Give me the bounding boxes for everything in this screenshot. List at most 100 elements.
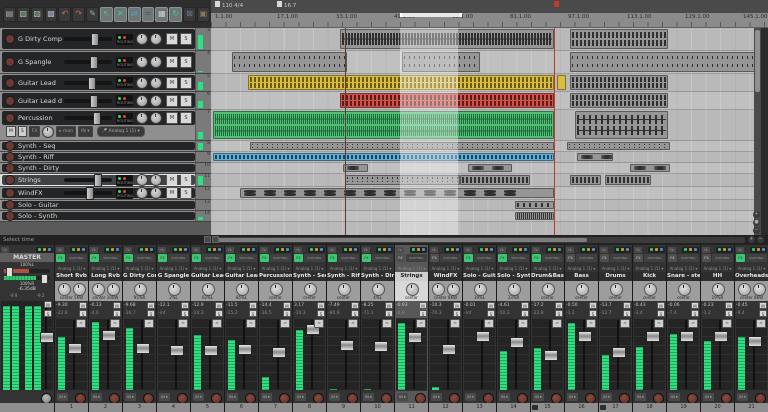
media-item[interactable] xyxy=(570,75,668,90)
track-volume-slider[interactable] xyxy=(64,37,112,41)
solo-button[interactable]: S xyxy=(691,310,699,317)
input-fx-button[interactable]: IN ▾ xyxy=(78,126,92,137)
record-arm-button[interactable] xyxy=(5,200,15,210)
fx-mini-button[interactable]: fx xyxy=(328,247,336,253)
automation-button[interactable]: ≈ xyxy=(654,319,664,328)
routing-button[interactable]: ROUTING xyxy=(644,254,665,262)
fx-button[interactable]: FX xyxy=(124,254,133,262)
arrange-view[interactable]: +●− xyxy=(211,28,761,235)
input-row[interactable]: Analog 1 (1) ▾ xyxy=(361,265,394,272)
fx-mini-button[interactable]: fx xyxy=(634,247,642,253)
media-item[interactable] xyxy=(213,111,554,139)
pan-knob[interactable] xyxy=(136,95,148,107)
media-item[interactable] xyxy=(630,164,670,172)
input-row[interactable]: Analog 1 (1) ▾ xyxy=(123,265,156,272)
grid-icon[interactable]: ▦ xyxy=(155,7,168,22)
track-row-windfx[interactable]: WindFXROUTINGMS12 xyxy=(0,187,211,200)
record-arm-button[interactable] xyxy=(5,163,15,173)
fx-button[interactable]: FX xyxy=(498,254,507,262)
fx-mini-button[interactable]: fx xyxy=(600,247,608,253)
fx-mini-button[interactable]: fx xyxy=(90,247,98,253)
record-arm-button[interactable] xyxy=(5,188,15,198)
automation-button[interactable]: ≈ xyxy=(246,319,256,328)
solo-button[interactable]: S xyxy=(623,310,631,317)
input-row[interactable]: Analog 1 (1) ▾ xyxy=(565,265,598,272)
track-row-strings[interactable]: StringsROUTINGMS11 xyxy=(0,174,211,187)
routing-button[interactable]: ROUTING xyxy=(542,254,563,262)
arrange-lane-track-8[interactable] xyxy=(211,141,761,152)
solo-button[interactable]: S xyxy=(657,310,665,317)
mute-button[interactable]: M xyxy=(166,56,178,68)
mixer-strip-g-spangle[interactable]: fxFXROUTINGAnalog 1 (1) ▾G Spangle2%L-12… xyxy=(157,245,190,412)
fader-handle[interactable] xyxy=(170,345,184,356)
mute-button[interactable]: M xyxy=(44,301,52,308)
mixer-strip-solo-guitar[interactable]: fxFXROUTINGAnalog 1 (1) ▾Solo - Guitar19… xyxy=(463,245,496,412)
red-marker[interactable] xyxy=(554,1,561,12)
mixer-strip-drum-bass[interactable]: fxFXROUTINGAnalog 1 (1) ▾Drum&Basscenter… xyxy=(531,245,564,412)
input-monitor-button[interactable]: IN ▾ xyxy=(431,393,442,401)
pan-knob[interactable] xyxy=(136,112,148,124)
solo-button[interactable]: S xyxy=(283,310,291,317)
panel-toggle-button[interactable] xyxy=(204,236,211,243)
master-fader-handle[interactable] xyxy=(40,332,54,343)
fader-track[interactable] xyxy=(413,320,415,389)
fx-button[interactable]: FX xyxy=(260,254,269,262)
mute-button[interactable]: M xyxy=(166,77,178,89)
fx-button[interactable]: FX xyxy=(328,254,337,262)
fader-track[interactable] xyxy=(515,320,517,389)
automation-button[interactable]: ≈ xyxy=(484,319,494,328)
fx-mini-button[interactable]: fx xyxy=(498,247,506,253)
automation-button[interactable]: ≈ xyxy=(76,319,86,328)
undo-icon[interactable]: ↶ xyxy=(58,7,71,22)
fader-handle[interactable] xyxy=(204,345,218,356)
mute-button[interactable]: M xyxy=(6,126,16,137)
pan-knob[interactable] xyxy=(136,56,148,68)
routing-button[interactable]: ROUTING xyxy=(474,254,495,262)
fx-mini-button[interactable]: fx xyxy=(158,247,166,253)
marker-marker[interactable]: 16.7 xyxy=(277,1,296,12)
solo-button[interactable]: S xyxy=(317,310,325,317)
automation-button[interactable]: ≈ xyxy=(756,319,766,328)
input-monitor-button[interactable]: IN ▾ xyxy=(57,393,68,401)
input-row[interactable]: Analog 1 (1) ▾ xyxy=(429,265,462,272)
track-row-synth-seq[interactable]: Synth - Seq8 xyxy=(0,141,211,152)
solo-button[interactable]: S xyxy=(249,310,257,317)
media-item[interactable] xyxy=(570,29,668,49)
arrange-lane-track-3[interactable] xyxy=(211,28,761,51)
pan-knob[interactable] xyxy=(136,187,148,199)
fader-handle[interactable] xyxy=(272,347,286,358)
fader-handle[interactable] xyxy=(578,331,592,342)
input-monitor-button[interactable]: IN ▾ xyxy=(635,393,646,401)
automation-button[interactable]: ≈ xyxy=(280,319,290,328)
record-arm-button[interactable] xyxy=(5,96,15,106)
routing-button[interactable]: ROUTING xyxy=(338,254,359,262)
fx-button[interactable]: FX xyxy=(702,254,711,262)
input-row[interactable]: Analog 1 (1) ▾ xyxy=(327,265,360,272)
mute-button[interactable]: M xyxy=(351,302,359,309)
timeline-ruler[interactable]: 110 4/416.7 1.1.0017.1.0033.1.0049.1.006… xyxy=(211,0,768,28)
fader-handle[interactable] xyxy=(408,332,422,343)
track-volume-slider[interactable] xyxy=(64,178,112,182)
automation-button[interactable]: ≈ xyxy=(450,319,460,328)
fx-mini-button[interactable]: fx xyxy=(396,247,404,253)
mixer-strip-kick[interactable]: fxFXROUTINGAnalog 1 (1) ▾Kickcenter-0.43… xyxy=(633,245,666,412)
mute-button[interactable]: M xyxy=(623,302,631,309)
record-arm-button[interactable] xyxy=(5,34,15,44)
input-monitor-button[interactable]: IN ▾ xyxy=(295,393,306,401)
mixer-strip-synth-seq[interactable]: fxFXROUTINGAnalog 1 (1) ▾Synth - Seqcent… xyxy=(293,245,326,412)
volume-slider-handle[interactable] xyxy=(88,77,96,90)
routing-button[interactable]: ROUTING xyxy=(712,254,733,262)
hscroll-thumb[interactable] xyxy=(217,238,587,242)
routing-button[interactable]: ROUTING xyxy=(610,254,631,262)
media-item[interactable] xyxy=(567,142,670,150)
item-move-icon[interactable]: ⇄ xyxy=(128,7,141,22)
routing-button[interactable]: ROUTING xyxy=(116,95,133,106)
mute-button[interactable]: M xyxy=(385,302,393,309)
routing-button[interactable]: ROUTING xyxy=(116,113,133,124)
save-project-icon[interactable]: ▨ xyxy=(31,7,44,22)
pan-knob[interactable] xyxy=(136,77,148,89)
track-row-solo-synth[interactable]: Solo - Synth14 xyxy=(0,211,211,222)
automation-button[interactable]: ≈ xyxy=(314,319,324,328)
fx-button[interactable]: FX xyxy=(566,254,575,262)
fx-button[interactable]: FX xyxy=(464,254,473,262)
